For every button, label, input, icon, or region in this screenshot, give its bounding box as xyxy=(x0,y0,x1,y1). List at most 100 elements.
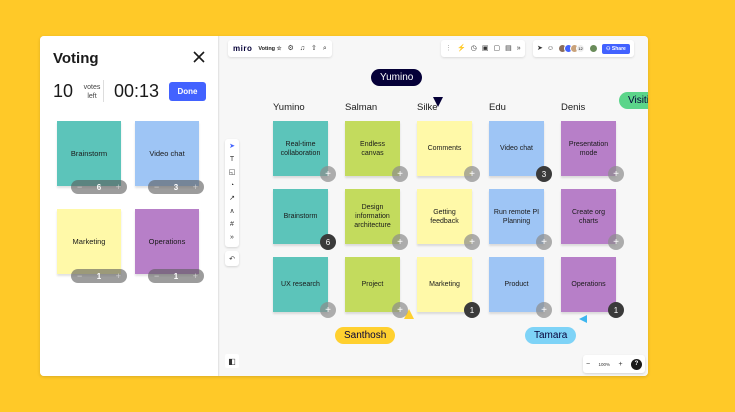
sticky-note[interactable]: UX research xyxy=(273,257,328,312)
panel-toggle-icon[interactable]: ◧ xyxy=(225,354,239,368)
add-vote-icon[interactable]: + xyxy=(464,166,480,182)
sticky-note[interactable]: Video chat xyxy=(489,121,544,176)
close-icon[interactable] xyxy=(192,50,206,64)
avatar-stack[interactable]: 12 xyxy=(558,44,586,53)
share-button[interactable]: ⚇ Share xyxy=(602,43,630,54)
sticky-note[interactable]: Design information architecture xyxy=(345,189,400,244)
sticky-note[interactable]: Comments xyxy=(417,121,472,176)
add-vote-icon[interactable]: + xyxy=(608,166,624,182)
bell-icon[interactable]: ♫ xyxy=(300,45,305,52)
avatar-count: 12 xyxy=(576,44,586,53)
timer-icon[interactable]: ◷ xyxy=(471,45,477,52)
text-icon[interactable]: T xyxy=(230,155,234,164)
zoom-controls: − 100% + ? xyxy=(583,355,645,373)
sticky-note-label: Endless canvas xyxy=(360,140,385,157)
cursor-label-yumino: Yumino xyxy=(371,69,423,86)
add-vote-icon[interactable]: + xyxy=(464,234,480,250)
sticky-note[interactable]: Project xyxy=(345,257,400,312)
sticky-note[interactable]: Brainstorm xyxy=(273,189,328,244)
add-vote-icon[interactable]: + xyxy=(536,234,552,250)
sticky-note-label: Design information architecture xyxy=(354,204,391,229)
sticky-note-label: Operations xyxy=(571,281,606,288)
sticky-note-label: Product xyxy=(504,281,529,288)
cursor-icon[interactable]: ➤ xyxy=(537,45,543,52)
add-vote-icon[interactable]: + xyxy=(608,234,624,250)
vote-note-marketing[interactable]: Marketing xyxy=(57,209,121,274)
board-name[interactable]: Voting ☆ xyxy=(258,46,281,52)
cursor-arrow-icon xyxy=(579,315,587,323)
plus-icon[interactable]: + xyxy=(116,271,121,281)
votes-left-label: votes left xyxy=(83,84,101,100)
plus-icon[interactable]: + xyxy=(193,271,198,281)
vote-note-brainstorm[interactable]: Brainstorm xyxy=(57,121,121,186)
zoom-level[interactable]: 100% xyxy=(599,362,611,367)
board-header: miro Voting ☆ ⚙ ♫ ⇧ ⌕ xyxy=(228,40,332,57)
sticky-note[interactable]: Product xyxy=(489,257,544,312)
add-vote-icon[interactable]: + xyxy=(320,166,336,182)
add-vote-icon[interactable]: + xyxy=(392,234,408,250)
comment-icon[interactable]: ▢ xyxy=(493,45,500,52)
search-icon[interactable]: ⌕ xyxy=(323,45,327,52)
column-header-edu: Edu xyxy=(489,102,506,113)
vote-stepper[interactable]: − 3 + xyxy=(148,180,204,194)
tools-toolbar: ➤ T ◱ ◔ ↗ ∧ # » xyxy=(225,139,239,247)
zoom-out-icon[interactable]: − xyxy=(586,361,590,368)
sticky-note-label: UX research xyxy=(281,281,320,288)
sticky-note[interactable]: Create org charts xyxy=(561,189,616,244)
board-canvas[interactable]: miro Voting ☆ ⚙ ♫ ⇧ ⌕ ⋮ ⚡ ◷ ▣ ▢ ▤ » ➤ ☺ … xyxy=(220,36,648,376)
frame-icon[interactable]: ▣ xyxy=(482,45,489,52)
undo-button[interactable]: ↶ xyxy=(225,251,239,266)
zoom-in-icon[interactable]: + xyxy=(618,361,622,368)
vote-count: 6 xyxy=(96,182,102,192)
sticky-note-icon[interactable]: ◱ xyxy=(229,168,236,177)
minus-icon[interactable]: − xyxy=(154,182,159,192)
vote-count: 1 xyxy=(173,271,179,281)
expand-icon[interactable]: » xyxy=(517,45,521,52)
more-icon[interactable]: ⋮ xyxy=(445,45,452,52)
vote-stepper[interactable]: − 1 + xyxy=(71,269,127,283)
vote-count: 1 xyxy=(96,271,102,281)
pen-icon[interactable]: ∧ xyxy=(229,207,234,216)
add-vote-icon[interactable]: + xyxy=(392,166,408,182)
sticky-note[interactable]: Endless canvas xyxy=(345,121,400,176)
notes-icon[interactable]: ▤ xyxy=(505,45,512,52)
sticky-note-label: Create org charts xyxy=(571,208,606,225)
frame-tool-icon[interactable]: # xyxy=(230,220,234,229)
sticky-note[interactable]: Presentation mode xyxy=(561,121,616,176)
plus-icon[interactable]: + xyxy=(193,182,198,192)
sticky-note[interactable]: Operations xyxy=(561,257,616,312)
vote-count-badge: 6 xyxy=(320,234,336,250)
add-vote-icon[interactable]: + xyxy=(392,302,408,318)
select-icon[interactable]: ➤ xyxy=(229,142,235,151)
sticky-note[interactable]: Marketing xyxy=(417,257,472,312)
plus-icon[interactable]: + xyxy=(116,182,121,192)
vote-stepper[interactable]: − 1 + xyxy=(148,269,204,283)
done-button[interactable]: Done xyxy=(169,82,206,101)
add-vote-icon[interactable]: + xyxy=(320,302,336,318)
shape-icon[interactable]: ◔ xyxy=(230,181,234,190)
minus-icon[interactable]: − xyxy=(77,271,82,281)
more-tools-icon[interactable]: » xyxy=(230,233,234,242)
upload-icon[interactable]: ⇧ xyxy=(311,45,317,52)
help-icon[interactable]: ? xyxy=(630,358,642,370)
vote-stepper[interactable]: − 6 + xyxy=(71,180,127,194)
sticky-note[interactable]: Real-time collaboration xyxy=(273,121,328,176)
vote-note-video-chat[interactable]: Video chat xyxy=(135,121,199,186)
timer: 00:13 xyxy=(114,81,160,101)
vote-note-operations[interactable]: Operations xyxy=(135,209,199,274)
reaction-icon[interactable]: ☺ xyxy=(547,45,554,52)
lightning-icon[interactable]: ⚡ xyxy=(457,45,466,52)
settings-icon[interactable]: ⚙ xyxy=(288,45,294,52)
minus-icon[interactable]: − xyxy=(154,271,159,281)
column-header-denis: Denis xyxy=(561,102,586,113)
current-user-avatar[interactable] xyxy=(589,44,599,53)
add-vote-icon[interactable]: + xyxy=(536,302,552,318)
line-icon[interactable]: ↗ xyxy=(229,194,235,203)
star-icon[interactable]: ☆ xyxy=(277,46,282,52)
minus-icon[interactable]: − xyxy=(77,182,82,192)
vote-count-badge: 1 xyxy=(464,302,480,318)
sticky-note[interactable]: Run remote PI Planning xyxy=(489,189,544,244)
divider xyxy=(103,80,104,102)
cursor-label-santhosh: Santhosh xyxy=(335,327,396,344)
sticky-note[interactable]: Getting feedback xyxy=(417,189,472,244)
